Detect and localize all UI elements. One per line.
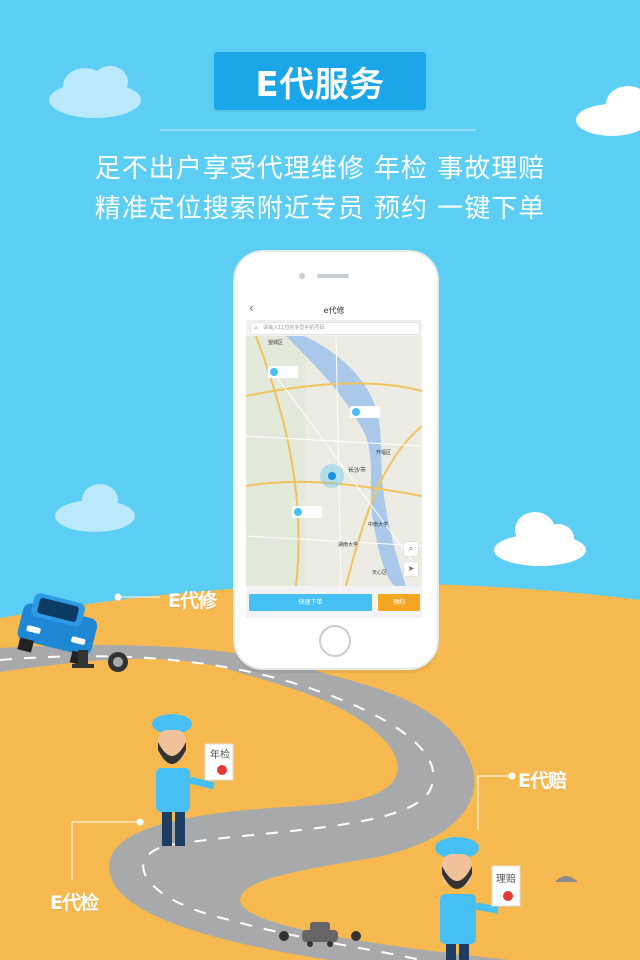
page-title: E代服务 <box>255 64 385 105</box>
agent-marker <box>350 406 380 418</box>
document-label: 年检 <box>210 750 230 761</box>
camera-icon <box>299 273 305 279</box>
cloud <box>49 66 141 118</box>
phone-screen: ‹ e代修 ⌕ 请输入11位的专员手机号码 长沙市 开福区 望城区 天心区 中南… <box>246 300 422 618</box>
splash-screen: E代服务 足不出户享受代理维修 年检 事故理赔 精准定位搜索附近专员 预约 一键… <box>0 0 640 960</box>
map-label: 望城区 <box>268 339 283 346</box>
map-view[interactable]: 长沙市 开福区 望城区 天心区 中南大学 湖南大学 <box>246 336 422 586</box>
agent-marker <box>268 366 298 378</box>
page-indicator[interactable] <box>278 928 362 944</box>
cloud <box>576 86 640 136</box>
search-input[interactable]: ⌕ 请输入11位的专员手机号码 <box>250 322 420 335</box>
page-dot <box>279 931 289 941</box>
page-title-banner: E代服务 <box>214 52 426 110</box>
nav-title: e代修 <box>323 306 345 315</box>
quick-order-button[interactable]: 快速下单 <box>249 594 372 611</box>
search-placeholder: 请输入11位的专员手机号码 <box>263 325 325 331</box>
locate-icon[interactable]: ➤ <box>404 562 418 576</box>
service-label-repair: E代修 <box>168 590 217 612</box>
document-label: 理赔 <box>496 874 516 885</box>
search-icon[interactable]: ⌕ <box>404 542 418 556</box>
search-icon: ⌕ <box>254 324 258 332</box>
tagline-line-2: 精准定位搜索附近专员 预约 一键下单 <box>94 194 546 224</box>
cloud <box>55 484 135 532</box>
map-label: 长沙市 <box>348 466 366 474</box>
divider <box>160 129 476 131</box>
home-button <box>319 625 351 657</box>
cloud <box>494 512 586 566</box>
map-label: 湖南大学 <box>338 541 358 548</box>
agent-marker <box>292 506 322 518</box>
tagline-line-1: 足不出户享受代理维修 年检 事故理赔 <box>94 154 546 184</box>
book-button[interactable]: 预约 <box>378 594 420 611</box>
map-label: 开福区 <box>376 449 391 456</box>
page-dot <box>351 931 361 941</box>
service-label-inspection: E代检 <box>50 892 99 914</box>
map-label: 中南大学 <box>368 521 388 528</box>
map-label: 天心区 <box>372 569 387 576</box>
nav-bar: ‹ e代修 <box>246 300 422 321</box>
service-label-claim: E代赔 <box>518 770 567 792</box>
speaker-grille <box>317 274 349 278</box>
